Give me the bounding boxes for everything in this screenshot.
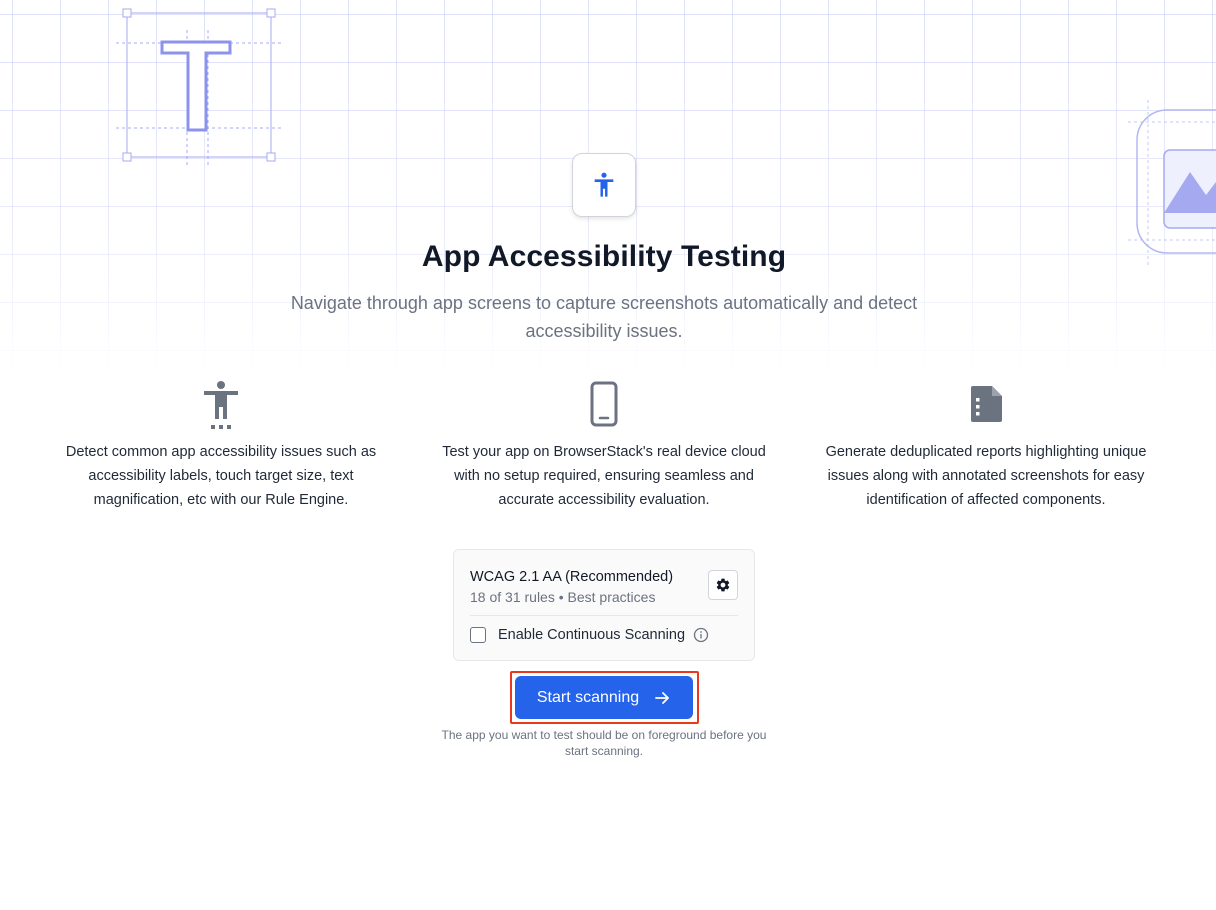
gear-icon (716, 578, 730, 592)
wcag-standard-label: WCAG 2.1 AA (Recommended) (470, 569, 674, 585)
app-accessibility-page: App Accessibility Testing Navigate throu… (0, 0, 1216, 910)
scan-settings-card: WCAG 2.1 AA (Recommended) 18 of 31 rules… (453, 549, 755, 661)
mobile-phone-icon (590, 381, 618, 427)
feature-text: Detect common app accessibility issues s… (65, 444, 377, 508)
continuous-scanning-row: Enable Continuous Scanning (470, 626, 709, 644)
feature-text: Test your app on BrowserStack's real dev… (442, 444, 766, 508)
info-icon[interactable] (693, 627, 709, 643)
rules-summary: 18 of 31 rules • Best practices (470, 589, 656, 605)
continuous-scanning-label[interactable]: Enable Continuous Scanning (498, 627, 685, 643)
divider (470, 615, 738, 616)
arrow-right-icon (653, 689, 671, 707)
settings-button[interactable] (708, 570, 738, 600)
text-tool-decoration-icon (116, 8, 282, 165)
page-subtitle: Navigate through app screens to capture … (290, 293, 918, 341)
accessibility-figure-icon (204, 381, 238, 429)
feature-text: Generate deduplicated reports highlighti… (825, 444, 1147, 508)
feature-rule-engine: Detect common app accessibility issues s… (51, 380, 391, 512)
page-title: App Accessibility Testing (421, 240, 787, 273)
helper-text: The app you want to test should be on fo… (441, 728, 767, 758)
feature-real-device: Test your app on BrowserStack's real dev… (434, 380, 774, 512)
accessibility-person-icon (572, 153, 636, 217)
start-scanning-label: Start scanning (536, 688, 640, 706)
feature-reports: Generate deduplicated reports highlighti… (816, 380, 1156, 512)
report-document-icon (971, 386, 1002, 422)
start-scanning-button[interactable]: Start scanning (515, 676, 693, 719)
continuous-scanning-checkbox[interactable] (470, 627, 486, 643)
